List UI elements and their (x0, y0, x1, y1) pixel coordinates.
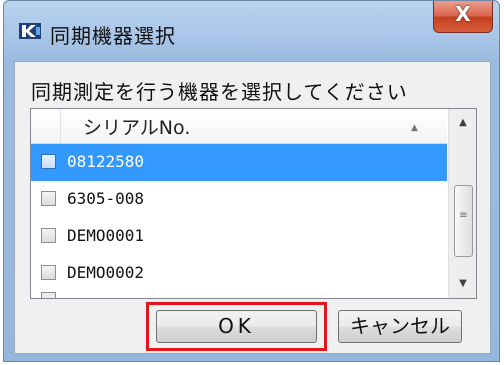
dialog-window: 同期機器選択 X 同期測定を行う機器を選択してください シリアルNo. ▲ 08… (3, 0, 500, 362)
row-checkbox[interactable] (41, 154, 56, 169)
row-checkbox[interactable] (41, 191, 56, 206)
grip-icon: ≡ (459, 210, 468, 221)
list-item[interactable]: 6305-008 (31, 181, 447, 218)
column-header-serial[interactable]: シリアルNo. (83, 113, 190, 140)
scroll-up-icon[interactable]: ▲ (449, 109, 476, 137)
list-item[interactable]: DEMO0001 (31, 218, 447, 255)
list-item[interactable]: 08122580 (31, 144, 447, 181)
list-item[interactable]: DEMO0002 (31, 255, 447, 292)
list-rows: 08122580 6305-008 DEMO0001 DEMO0002 (31, 144, 447, 292)
serial-number: 6305-008 (67, 189, 145, 208)
vertical-scrollbar[interactable]: ▲ ≡ ▼ (448, 109, 476, 298)
device-list[interactable]: シリアルNo. ▲ 08122580 6305-008 DEMO0001 DEM… (30, 108, 477, 299)
app-k-icon (19, 23, 41, 39)
instruction-text: 同期測定を行う機器を選択してください (31, 80, 408, 104)
title-bar[interactable]: 同期機器選択 X (4, 1, 499, 59)
ok-button[interactable]: OK (156, 310, 317, 343)
partial-list-item (31, 292, 447, 298)
close-button[interactable]: X (433, 1, 493, 33)
window-title: 同期機器選択 (50, 24, 176, 48)
serial-number: DEMO0001 (67, 226, 145, 245)
serial-number: 08122580 (67, 152, 145, 171)
list-header: シリアルNo. ▲ (31, 109, 447, 144)
scroll-thumb[interactable]: ≡ (454, 185, 473, 257)
row-checkbox[interactable] (41, 228, 56, 243)
close-icon: X (455, 2, 471, 26)
row-checkbox (41, 292, 56, 298)
row-checkbox[interactable] (41, 265, 56, 280)
scroll-down-icon[interactable]: ▼ (449, 270, 476, 298)
header-divider (60, 109, 61, 143)
serial-number: DEMO0002 (67, 263, 145, 282)
dialog-body: 同期測定を行う機器を選択してください シリアルNo. ▲ 08122580 63… (14, 61, 491, 354)
sort-ascending-icon: ▲ (411, 123, 418, 133)
cancel-button[interactable]: キャンセル (338, 310, 462, 343)
